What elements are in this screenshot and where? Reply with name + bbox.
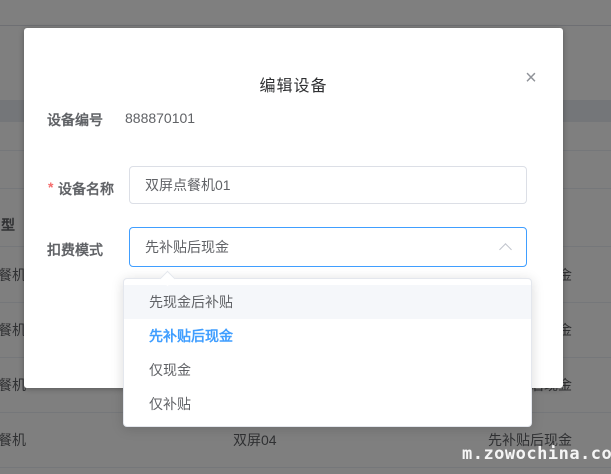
- close-icon[interactable]: ×: [519, 66, 543, 90]
- device-name-label: 设备名称: [58, 181, 114, 197]
- screen: 型 餐机 双屏04 先补贴后现金 餐机 双屏04 先补贴后现金 餐机 双屏04 …: [0, 0, 611, 474]
- device-id-label: 设备编号: [47, 112, 103, 128]
- device-id-value: 888870101: [125, 110, 196, 126]
- dropdown-option-selected[interactable]: 先补贴后现金: [124, 319, 531, 353]
- dialog-title: 编辑设备: [259, 78, 328, 95]
- fee-mode-label: 扣费模式: [47, 242, 103, 258]
- watermark: m.zowochina.com: [461, 444, 611, 464]
- fee-mode-dropdown: 先现金后补贴 先补贴后现金 仅现金 仅补贴: [123, 270, 532, 427]
- required-asterisk: *: [48, 179, 54, 195]
- device-name-input[interactable]: [129, 166, 527, 204]
- fee-mode-select[interactable]: 先补贴后现金: [129, 227, 527, 267]
- dropdown-option[interactable]: 仅现金: [124, 353, 531, 387]
- dropdown-option[interactable]: 仅补贴: [124, 387, 531, 421]
- chevron-up-icon: [499, 243, 512, 256]
- dropdown-option[interactable]: 先现金后补贴: [124, 285, 531, 319]
- fee-mode-selected-value: 先补贴后现金: [145, 239, 229, 255]
